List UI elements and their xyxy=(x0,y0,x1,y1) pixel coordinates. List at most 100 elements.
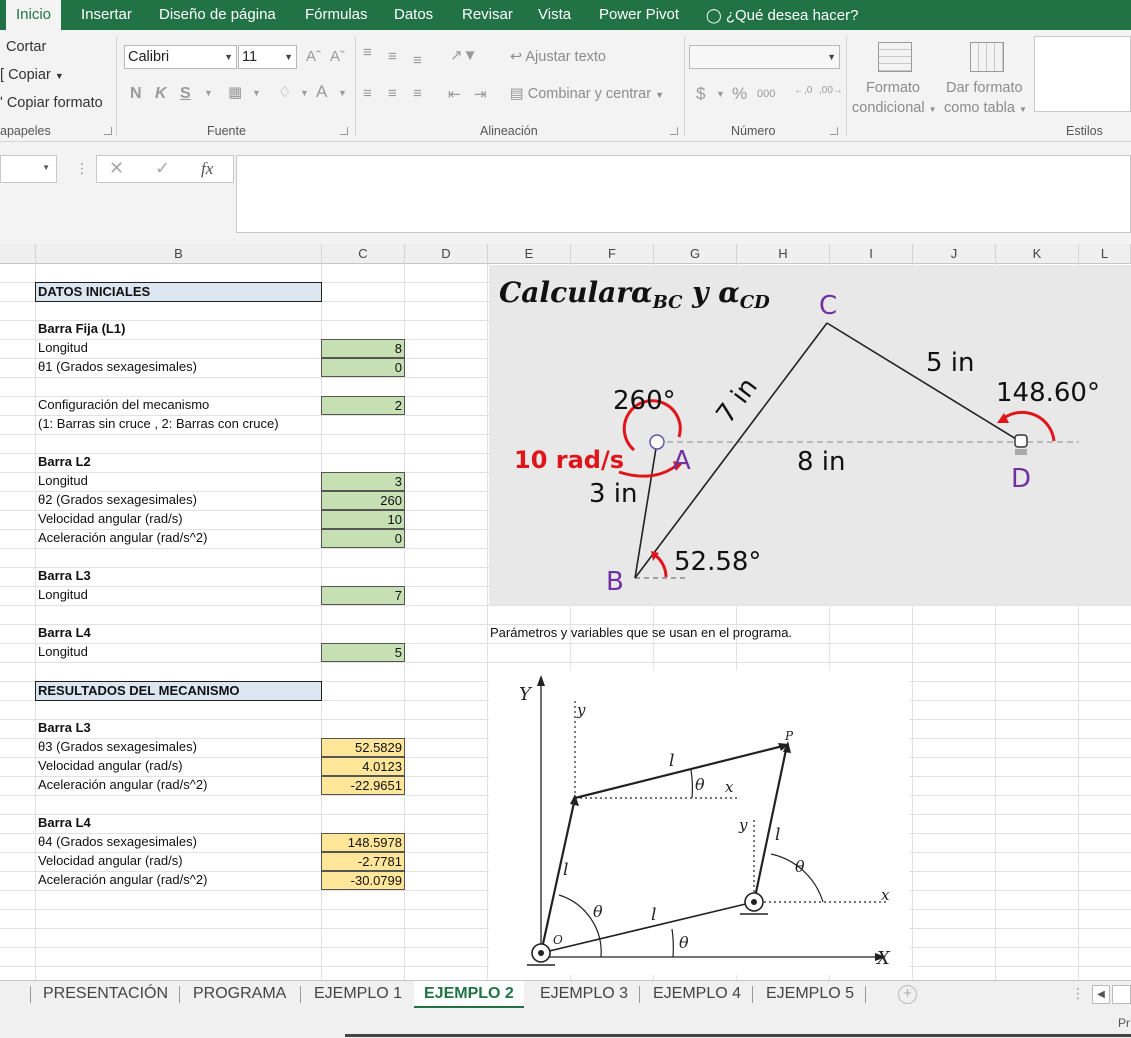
column-header-d[interactable]: D xyxy=(405,244,488,264)
cell-l4-acceleration[interactable]: -30.0799 xyxy=(321,871,405,890)
font-launcher-icon[interactable] xyxy=(340,127,348,135)
insert-function-button[interactable]: fx xyxy=(201,159,213,179)
number-format-select[interactable]: ▼ xyxy=(689,45,840,69)
cell-label[interactable]: (1: Barras sin cruce , 2: Barras con cru… xyxy=(38,415,279,434)
column-header-i[interactable]: I xyxy=(830,244,913,264)
cell-l1-longitud[interactable]: 8 xyxy=(321,339,405,358)
font-color-icon[interactable]: A xyxy=(316,82,327,102)
cell-barra-l3[interactable]: Barra L3 xyxy=(38,567,91,586)
borders-icon[interactable]: ▦ xyxy=(228,83,242,101)
column-header-h[interactable]: H xyxy=(737,244,830,264)
mechanism-diagram[interactable]: CalcularαBC y αCD 260° 10 rad/s A 3 in 7… xyxy=(489,265,1131,605)
cell-theta3[interactable]: 52.5829 xyxy=(321,738,405,757)
italic-icon[interactable]: K xyxy=(155,85,167,103)
cell-label[interactable]: Aceleración angular (rad/s^2) xyxy=(38,529,207,548)
enter-icon[interactable]: ✓ xyxy=(155,158,170,179)
chevron-down-icon[interactable]: ▼ xyxy=(300,88,309,98)
underline-icon[interactable]: S xyxy=(180,85,191,103)
cell-param-caption[interactable]: Parámetros y variables que se usan en el… xyxy=(490,624,792,643)
column-header-g[interactable]: G xyxy=(654,244,737,264)
cell-label[interactable]: Velocidad angular (rad/s) xyxy=(38,757,183,776)
orientation-icon[interactable]: ↗▼ xyxy=(450,46,477,64)
cell-label[interactable]: Aceleración angular (rad/s^2) xyxy=(38,776,207,795)
thousands-icon[interactable]: 000 xyxy=(757,88,775,100)
decrease-decimal-icon[interactable]: ,00→ xyxy=(819,85,843,96)
cancel-icon[interactable]: ✕ xyxy=(109,158,124,179)
cell-l4-longitud[interactable]: 5 xyxy=(321,643,405,662)
cell-label[interactable]: Longitud xyxy=(38,339,88,358)
sheet-tab-ejemplo-1[interactable]: EJEMPLO 1 xyxy=(314,981,402,1008)
align-center-icon[interactable]: ≡ xyxy=(388,85,397,102)
cell-label[interactable]: θ1 (Grados sexagesimales) xyxy=(38,358,197,377)
formula-input[interactable] xyxy=(236,155,1131,233)
currency-icon[interactable]: $ xyxy=(696,84,705,104)
cell-label[interactable]: Velocidad angular (rad/s) xyxy=(38,510,183,529)
copy-button[interactable]: [ Copiar ▼ xyxy=(0,67,64,83)
bold-icon[interactable]: N xyxy=(130,85,142,103)
cell-label[interactable]: Longitud xyxy=(38,472,88,491)
decrease-indent-icon[interactable]: ⇤ xyxy=(448,85,461,103)
tab-insertar[interactable]: Insertar xyxy=(81,0,132,30)
align-right-icon[interactable]: ≡ xyxy=(413,85,422,102)
font-name-select[interactable]: Calibri ▼ xyxy=(124,45,237,69)
column-header-e[interactable]: E xyxy=(488,244,571,264)
sheet-tab-presentacion[interactable]: PRESENTACIÓN xyxy=(43,981,168,1008)
cell-label[interactable]: θ4 (Grados sexagesimales) xyxy=(38,833,197,852)
cell-l2-acceleration[interactable]: 0 xyxy=(321,529,405,548)
tab-revisar[interactable]: Revisar xyxy=(462,0,513,30)
cell-l3-longitud[interactable]: 7 xyxy=(321,586,405,605)
shrink-font-icon[interactable]: Aˇ xyxy=(330,48,345,65)
conditional-format-button[interactable]: Formato condicional ▼ xyxy=(850,38,942,122)
cell-label[interactable]: Longitud xyxy=(38,586,88,605)
cell-datos-iniciales[interactable]: DATOS INICIALES xyxy=(35,282,322,302)
cell-barra-l3-result[interactable]: Barra L3 xyxy=(38,719,91,738)
column-header-f[interactable]: F xyxy=(571,244,654,264)
fill-color-icon[interactable]: ♢ xyxy=(278,83,291,101)
cell-barra-l2[interactable]: Barra L2 xyxy=(38,453,91,472)
format-as-table-button[interactable]: Dar formato como tabla ▼ xyxy=(942,38,1034,122)
parameters-diagram[interactable]: Y X y x y x l l l l θ θ θ θ O P xyxy=(489,670,909,975)
align-middle-icon[interactable]: ≡ xyxy=(388,48,397,65)
cell-config[interactable]: 2 xyxy=(321,396,405,415)
chevron-down-icon[interactable]: ▼ xyxy=(252,88,261,98)
cell-l2-velocity[interactable]: 10 xyxy=(321,510,405,529)
sheet-tab-ejemplo-5[interactable]: EJEMPLO 5 xyxy=(766,981,854,1008)
format-painter-button[interactable]: ʹ Copiar formato xyxy=(0,95,103,111)
cell-barra-l4[interactable]: Barra L4 xyxy=(38,624,91,643)
cell-l3-acceleration[interactable]: -22.9651 xyxy=(321,776,405,795)
merge-center-button[interactable]: ▤ Combinar y centrar ▼ xyxy=(510,86,664,102)
cell-barra-l4-result[interactable]: Barra L4 xyxy=(38,814,91,833)
cell-l4-velocity[interactable]: -2.7781 xyxy=(321,852,405,871)
cell-label[interactable]: Aceleración angular (rad/s^2) xyxy=(38,871,207,890)
align-left-icon[interactable]: ≡ xyxy=(363,85,372,102)
scroll-left-button[interactable]: ◀ xyxy=(1092,985,1110,1004)
tab-power-pivot[interactable]: Power Pivot xyxy=(599,0,679,30)
add-sheet-button[interactable]: + xyxy=(898,985,917,1004)
align-top-icon[interactable]: ≡ xyxy=(363,44,372,61)
cell-theta4[interactable]: 148.5978 xyxy=(321,833,405,852)
cell-label[interactable]: Configuración del mecanismo xyxy=(38,396,209,415)
cell-label[interactable]: θ2 (Grados sexagesimales) xyxy=(38,491,197,510)
tab-formulas[interactable]: Fórmulas xyxy=(305,0,368,30)
cell-label[interactable]: Longitud xyxy=(38,643,88,662)
align-bottom-icon[interactable]: ≡ xyxy=(413,52,422,69)
tab-vista[interactable]: Vista xyxy=(538,0,571,30)
column-header-k[interactable]: K xyxy=(996,244,1079,264)
alignment-launcher-icon[interactable] xyxy=(670,127,678,135)
cell-styles-gallery[interactable] xyxy=(1034,36,1131,112)
sheet-tab-ejemplo-4[interactable]: EJEMPLO 4 xyxy=(653,981,741,1008)
cut-button[interactable]: Cortar xyxy=(6,39,46,55)
clipboard-launcher-icon[interactable] xyxy=(104,127,112,135)
column-header-a[interactable] xyxy=(0,244,36,264)
name-box[interactable]: ▼ xyxy=(0,155,57,183)
percent-icon[interactable]: % xyxy=(732,84,747,104)
tab-datos[interactable]: Datos xyxy=(394,0,433,30)
chevron-down-icon[interactable]: ▼ xyxy=(338,88,347,98)
wrap-text-button[interactable]: ↩ Ajustar texto xyxy=(510,49,606,65)
cell-l3-velocity[interactable]: 4.0123 xyxy=(321,757,405,776)
tab-inicio[interactable]: Inicio xyxy=(6,0,62,30)
chevron-down-icon[interactable]: ▼ xyxy=(716,89,725,99)
column-header-l[interactable]: L xyxy=(1079,244,1131,264)
sheet-tab-ejemplo-2[interactable]: EJEMPLO 2 xyxy=(414,981,524,1008)
cell-resultados[interactable]: RESULTADOS DEL MECANISMO xyxy=(35,681,322,701)
